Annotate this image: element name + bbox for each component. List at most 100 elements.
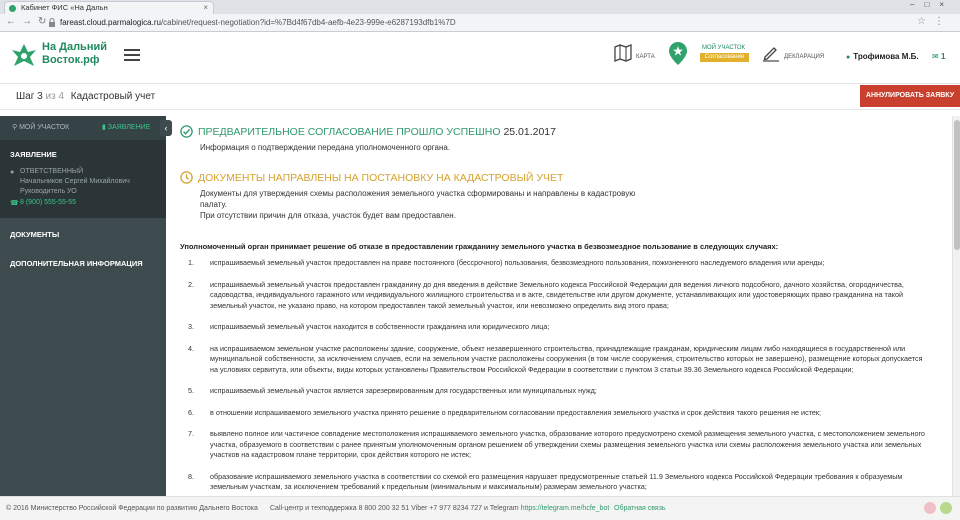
notifications-button[interactable]: ✉ 1 <box>932 52 945 61</box>
nav-buttons[interactable]: ←→↻ <box>6 16 52 27</box>
map-icon <box>614 44 632 62</box>
clock-icon <box>180 171 193 184</box>
cancel-application-button[interactable]: АННУЛИРОВАТЬ ЗАЯВКУ <box>860 85 960 107</box>
step-indicator: Шаг 3 из 4 Кадастровый учет <box>16 91 155 102</box>
flower-icon[interactable] <box>940 502 952 514</box>
list-item-number: 5. <box>188 386 194 395</box>
pen-icon <box>763 47 779 62</box>
step-current: Шаг 3 <box>16 91 43 102</box>
phone-icon: ☎ <box>10 200 19 207</box>
address-bar: ←→↻ fareast.cloud.parmalogica.ru/cabinet… <box>0 14 960 32</box>
window-controls[interactable]: –□× <box>910 0 954 9</box>
list-item: 3. испрашиваемый земельный участок находи… <box>180 322 952 333</box>
list-item-text: испрашиваемый земельный участок находитс… <box>210 322 550 331</box>
list-item-text: испрашиваемый земельный участок предоста… <box>210 279 904 310</box>
sidebar-section-title: ЗАЯВЛЕНИЕ <box>10 150 57 159</box>
logo-line1: На Дальний <box>42 41 107 53</box>
close-tab-icon[interactable]: × <box>203 2 208 14</box>
logo-icon <box>12 44 36 66</box>
warning-title: ДОКУМЕНТЫ НАПРАВЛЕНЫ НА ПОСТАНОВКУ НА КА… <box>198 172 564 184</box>
user-icon: ● <box>846 54 851 61</box>
check-circle-icon <box>180 125 193 138</box>
list-item-text: на испрашиваемом земельном участке распо… <box>210 343 923 374</box>
list-item-text: выявлено полное или частичное совпадение… <box>210 429 925 459</box>
warning-notice: ДОКУМЕНТЫ НАПРАВЛЕНЫ НА ПОСТАНОВКУ НА КА… <box>180 171 952 221</box>
warning-text-1: Документы для утверждения схемы располож… <box>200 189 636 209</box>
footer-copyright: © 2016 Министерство Российской Федерации… <box>6 505 258 512</box>
list-item: 2. испрашиваемый земельный участок предос… <box>180 280 952 312</box>
success-title-text: ПРЕДВАРИТЕЛЬНОЕ СОГЛАСОВАНИЕ ПРОШЛО УСПЕ… <box>198 126 501 138</box>
logo-line2: Восток.рф <box>42 54 100 66</box>
step-title: Кадастровый учет <box>70 91 156 102</box>
sidebar-item-documents[interactable]: ДОКУМЕНТЫ <box>0 218 166 247</box>
feedback-link[interactable]: Обратная связь <box>614 505 666 512</box>
scrollbar[interactable] <box>952 116 960 496</box>
responsible-role: Руководитель УО <box>20 188 77 195</box>
star-pin-icon <box>669 42 687 65</box>
lock-icon <box>49 18 55 27</box>
browser-tab[interactable]: Кабинет ФИС «На Дальн × <box>4 1 214 14</box>
list-item-number: 8. <box>188 471 194 481</box>
scrollbar-thumb[interactable] <box>954 120 960 250</box>
back-icon[interactable]: ← <box>6 16 22 27</box>
browser-actions[interactable]: ☆⋮ <box>917 16 952 27</box>
list-item-number: 4. <box>188 343 194 353</box>
heart-icon[interactable] <box>924 502 936 514</box>
main-content: ПРЕДВАРИТЕЛЬНОЕ СОГЛАСОВАНИЕ ПРОШЛО УСПЕ… <box>166 116 952 496</box>
step-bar: Шаг 3 из 4 Кадастровый учет АННУЛИРОВАТЬ… <box>0 84 960 110</box>
browser-tabbar: Кабинет ФИС «На Дальн × –□× <box>0 0 960 14</box>
list-item: 8. образование испрашиваемого земельного … <box>180 472 952 493</box>
logo-text: На Дальний Восток.рф <box>42 41 112 67</box>
sidebar-tabs: ⚲ МОЙ УЧАСТОК ▮ ЗАЯВЛЕНИЕ ‹ <box>0 116 172 140</box>
list-item: 6. в отношении испрашиваемого земельного … <box>180 408 952 419</box>
list-item: 1. испрашиваемый земельный участок предос… <box>180 258 952 269</box>
menu-icon[interactable]: ⋮ <box>934 16 952 27</box>
notifications-count: 1 <box>940 52 946 61</box>
responsible-label: ОТВЕТСТВЕННЫЙ <box>20 168 84 175</box>
footer-contacts: Call-центр и техподдержка 8 800 200 32 5… <box>270 505 609 512</box>
logo[interactable]: На Дальний Восток.рф <box>10 38 110 74</box>
success-date: 25.01.2017 <box>503 126 556 138</box>
footer-contact-text: Call-центр и техподдержка 8 800 200 32 5… <box>270 505 519 512</box>
warning-text: Документы для утверждения схемы располож… <box>198 188 638 221</box>
list-item-number: 3. <box>188 322 194 331</box>
my-plot-label: МОЙ УЧАСТОК <box>702 45 746 51</box>
forward-icon[interactable]: → <box>22 16 38 27</box>
responsible-phone[interactable]: ☎ 8 (900) 555-55-55 <box>10 199 156 207</box>
list-item: 5. испрашиваемый земельный участок являет… <box>180 386 952 397</box>
sidebar-item-additional-info[interactable]: ДОПОЛНИТЕЛЬНАЯ ИНФОРМАЦИЯ <box>0 247 166 276</box>
telegram-link[interactable]: https://telegram.me/hcfe_bot <box>521 505 610 512</box>
user-name: Трофимова М.Б. <box>853 52 919 61</box>
user-menu[interactable]: ● Трофимова М.Б. <box>846 52 919 61</box>
declaration-label: ДЕКЛАРАЦИЯ <box>784 54 825 60</box>
tab-application[interactable]: ▮ ЗАЯВЛЕНИЕ <box>102 123 150 131</box>
step-total: из 4 <box>45 91 65 102</box>
responsible-info: ● ОТВЕТСТВЕННЫЙ Начальников Сергей Михай… <box>10 167 156 197</box>
list-item-text: образование испрашиваемого земельного уч… <box>210 471 903 492</box>
success-text: Информация о подтверждении передана упол… <box>200 143 451 152</box>
success-notice: ПРЕДВАРИТЕЛЬНОЕ СОГЛАСОВАНИЕ ПРОШЛО УСПЕ… <box>180 125 952 153</box>
hamburger-menu-icon[interactable] <box>124 49 140 64</box>
list-item-text: в отношении испрашиваемого земельного уч… <box>210 407 822 417</box>
sidebar-item-application[interactable]: ЗАЯВЛЕНИЕ ● ОТВЕТСТВЕННЫЙ Начальников Се… <box>0 140 166 218</box>
map-label: КАРТА <box>636 54 655 60</box>
content: ⚲ МОЙ УЧАСТОК ▮ ЗАЯВЛЕНИЕ ‹ ЗАЯВЛЕНИЕ ● … <box>0 116 960 496</box>
phone-number: 8 (900) 555-55-55 <box>20 199 77 206</box>
tab-my-plot[interactable]: ⚲ МОЙ УЧАСТОК <box>12 123 69 131</box>
list-item-number: 2. <box>188 279 194 289</box>
bookmark-icon[interactable]: ☆ <box>917 16 934 27</box>
url-host: fareast.cloud.parmalogica.ru <box>60 18 161 27</box>
warning-text-2: При отсутствии причин для отказа, участо… <box>200 211 456 220</box>
list-item-number: 7. <box>188 429 194 438</box>
footer-social-icons <box>920 502 952 516</box>
list-item-text: испрашиваемый земельный участок является… <box>210 386 597 395</box>
tab-title: Кабинет ФИС «На Дальн <box>21 3 108 12</box>
url-input[interactable]: fareast.cloud.parmalogica.ru/cabinet/req… <box>60 17 456 29</box>
sidebar: ⚲ МОЙ УЧАСТОК ▮ ЗАЯВЛЕНИЕ ‹ ЗАЯВЛЕНИЕ ● … <box>0 116 172 496</box>
list-item-number: 6. <box>188 407 194 417</box>
list-item: 7. выявлено полное или частичное совпаден… <box>180 429 952 461</box>
list-item-number: 1. <box>188 258 194 267</box>
list-item: 4. на испрашиваемом земельном участке рас… <box>180 344 952 376</box>
tab-application-label: ЗАЯВЛЕНИЕ <box>107 124 151 131</box>
list-item-text: испрашиваемый земельный участок предоста… <box>210 258 825 267</box>
